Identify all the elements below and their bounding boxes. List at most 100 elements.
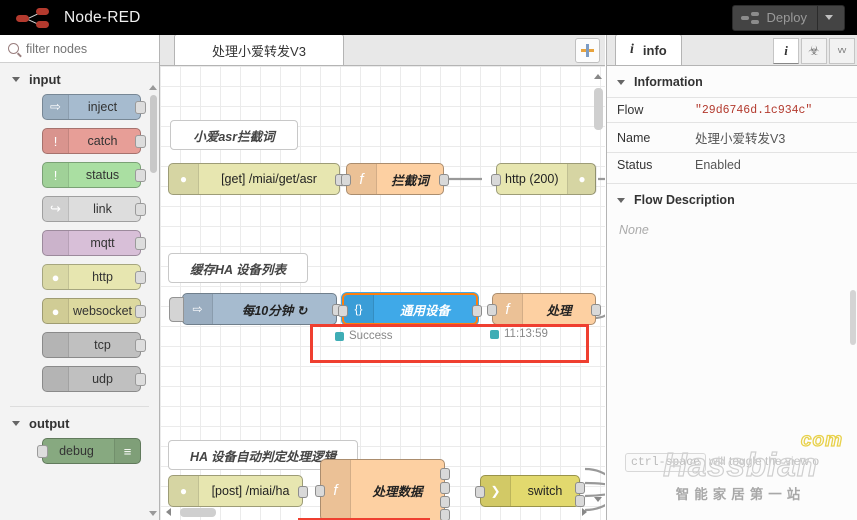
flow-canvas[interactable]: 小爱asr拦截词 ● [get] /miai/get/asr f 拦截词 ● http (2…	[160, 66, 605, 520]
app-header: Node-RED Deploy	[0, 0, 857, 35]
palette-node-link[interactable]: ↪ link	[42, 196, 141, 222]
comment-node[interactable]: 小爱asr拦截词	[170, 120, 298, 150]
debug-tab-icon[interactable]: ☣	[801, 38, 827, 64]
broadcast-icon: 	[43, 333, 69, 357]
node-port-out[interactable]	[575, 495, 585, 507]
sidebar-scrollbar[interactable]	[850, 290, 856, 345]
node-port-in[interactable]	[491, 174, 501, 186]
globe-icon: ●	[169, 476, 199, 506]
add-flow-button[interactable]	[575, 38, 600, 63]
info-tab-icon[interactable]: i	[773, 38, 799, 64]
node-palette: input ⇨ inject ! catch ! status ↪ link  mqtt ● http…	[0, 35, 160, 520]
flow-node-inject-10min[interactable]: ⇨ 每10分钟 ↻	[182, 293, 337, 325]
node-port-in[interactable]	[315, 485, 325, 497]
node-port-out[interactable]	[472, 305, 482, 317]
node-port-out[interactable]	[439, 174, 449, 186]
flow-node-http-resp[interactable]: ● http (200)	[496, 163, 596, 195]
info-row: Name 处理小爱转发V3	[607, 123, 857, 153]
deploy-dropdown-button[interactable]	[817, 5, 838, 31]
node-port-out[interactable]	[575, 482, 585, 494]
node-port-out[interactable]	[298, 486, 308, 498]
canvas-vertical-scrollbar[interactable]	[594, 88, 603, 130]
palette-node-port	[135, 271, 146, 284]
sidebar-icon-buttons: i ☣ ᵛᵛ	[773, 38, 857, 64]
palette-category-label: output	[29, 416, 69, 431]
canvas-scroll-up-icon[interactable]	[594, 74, 602, 79]
palette-node-debug[interactable]: ≡ debug	[42, 438, 141, 464]
node-port-in[interactable]	[475, 486, 485, 498]
information-section-label: Information	[634, 75, 703, 89]
chevron-down-icon	[12, 77, 20, 82]
flow-node-fn-data[interactable]: f 处理数据	[320, 459, 445, 520]
sidebar-tabbar: i info i ☣ ᵛᵛ	[607, 35, 857, 66]
palette-category-input[interactable]: input	[0, 63, 159, 94]
palette-node-port	[37, 445, 48, 458]
inject-trigger-button[interactable]	[169, 297, 184, 322]
node-port-out[interactable]	[440, 468, 450, 480]
tab-info[interactable]: i info	[615, 35, 682, 65]
palette-node-catch[interactable]: ! catch	[42, 128, 141, 154]
palette-node-status[interactable]: ! status	[42, 162, 141, 188]
flow-node-http-in-ha[interactable]: ● [post] /miai/ha	[168, 475, 303, 507]
node-port-out[interactable]	[440, 496, 450, 508]
information-table: Flow "29d6746d.1c934c" Name 处理小爱转发V3 Status E…	[607, 97, 857, 177]
node-port-out[interactable]	[440, 509, 450, 520]
node-port-out[interactable]	[440, 482, 450, 494]
canvas-scroll-down-icon[interactable]	[594, 497, 602, 502]
flow-node-label: 处理	[523, 300, 595, 319]
information-section-header[interactable]: Information	[607, 66, 857, 97]
flow-node-label: 拦截词	[377, 170, 443, 189]
globe-icon: ●	[169, 164, 199, 194]
palette-search[interactable]	[0, 35, 159, 63]
palette-node-websocket[interactable]: ● websocket	[42, 298, 141, 324]
chevron-down-icon	[617, 198, 625, 203]
flow-node-json-device[interactable]: {} 通用设备	[342, 293, 478, 325]
json-icon: {}	[344, 295, 374, 323]
chevron-down-icon	[617, 80, 625, 85]
palette-node-label: udp	[69, 372, 140, 386]
function-icon: f	[321, 460, 351, 520]
palette-category-output[interactable]: output	[0, 407, 159, 438]
workspace: 处理小爱转发V3 小爱asr拦截词 ● [get] /miai/get/asr f 拦截…	[160, 35, 605, 520]
flow-node-fn-handle[interactable]: f 处理	[492, 293, 596, 325]
palette-node-udp[interactable]:  udp	[42, 366, 141, 392]
flow-node-label: [post] /miai/ha	[199, 484, 302, 498]
canvas-scroll-left-icon[interactable]	[166, 508, 171, 516]
flow-node-label: switch	[511, 484, 579, 498]
node-port-in[interactable]	[487, 304, 497, 316]
flow-node-http-in-asr[interactable]: ● [get] /miai/get/asr	[168, 163, 340, 195]
flow-description-section-header[interactable]: Flow Description	[607, 184, 857, 215]
inject-arrow-icon: ⇨	[43, 95, 69, 119]
palette-node-port	[135, 305, 146, 318]
canvas-scroll-right-icon[interactable]	[582, 508, 587, 516]
canvas-horizontal-scrollbar[interactable]	[180, 508, 216, 517]
status-dot	[335, 332, 344, 341]
deploy-label: Deploy	[765, 10, 817, 25]
palette-node-http[interactable]: ● http	[42, 264, 141, 290]
node-port-out[interactable]	[591, 304, 601, 316]
broadcast-icon: 	[43, 231, 69, 255]
palette-scroll-up-icon[interactable]	[149, 85, 157, 90]
deploy-button[interactable]: Deploy	[732, 5, 845, 31]
flow-node-fn-block[interactable]: f 拦截词	[346, 163, 444, 195]
brand: Node-RED	[0, 7, 141, 29]
palette-node-label: inject	[69, 100, 140, 114]
node-port-in[interactable]	[341, 174, 351, 186]
dashboard-tab-icon[interactable]: ᵛᵛ	[829, 38, 855, 64]
palette-scrollbar[interactable]	[150, 95, 157, 173]
flow-tab[interactable]: 处理小爱转发V3	[174, 34, 344, 65]
node-status: Success	[335, 330, 392, 342]
inject-arrow-icon: ⇨	[183, 294, 213, 324]
palette-node-tcp[interactable]:  tcp	[42, 332, 141, 358]
keyboard-hint-text: will toggle the view o	[709, 454, 819, 468]
function-icon: f	[347, 164, 377, 194]
flow-node-switch[interactable]: ❯ switch	[480, 475, 580, 507]
comment-node[interactable]: 缓存HA 设备列表	[168, 253, 308, 283]
status-dot	[490, 330, 499, 339]
node-port-in[interactable]	[338, 305, 348, 317]
palette-node-mqtt[interactable]:  mqtt	[42, 230, 141, 256]
palette-scroll-down-icon[interactable]	[149, 511, 157, 516]
palette-node-inject[interactable]: ⇨ inject	[42, 94, 141, 120]
search-input[interactable]	[26, 42, 160, 56]
flow-node-label: http (200)	[497, 172, 567, 186]
